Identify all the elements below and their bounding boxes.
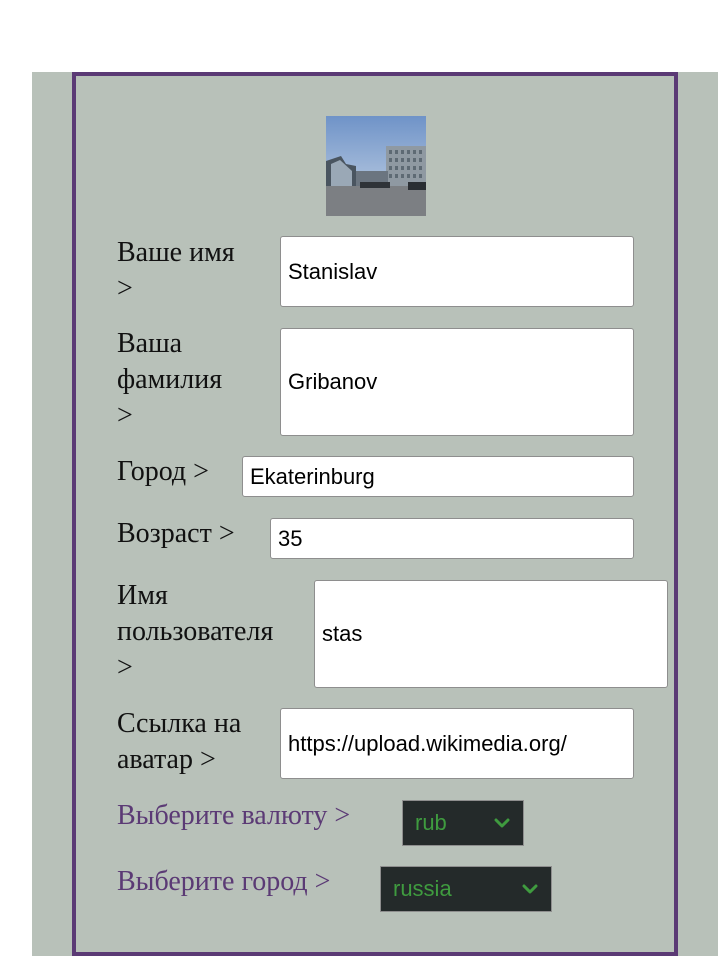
chevron-down-icon	[494, 818, 510, 828]
avatar-image	[326, 116, 426, 216]
first-name-label: Ваше имя >	[117, 237, 235, 304]
city-input[interactable]: Ekaterinburg	[242, 456, 634, 497]
currency-label: Выберите валюту >	[117, 800, 351, 831]
age-label: Возраст >	[117, 518, 235, 549]
currency-select[interactable]: rub	[402, 800, 524, 846]
avatar-url-input[interactable]: https://upload.wikimedia.org/	[280, 708, 634, 779]
avatar-url-label: Ссылка на аватар >	[117, 708, 242, 775]
username-input[interactable]: stas	[314, 580, 668, 688]
avatar	[326, 116, 426, 216]
username-label: Имя пользователя >	[117, 580, 274, 683]
region-select-value: russia	[393, 876, 452, 901]
last-name-input[interactable]: Gribanov	[280, 328, 634, 436]
last-name-label: Ваша фамилия >	[117, 328, 223, 431]
first-name-input[interactable]: Stanislav	[280, 236, 634, 307]
region-label: Выберите город >	[117, 866, 331, 897]
chevron-down-icon	[522, 884, 538, 894]
region-select[interactable]: russia	[380, 866, 552, 912]
age-input[interactable]: 35	[270, 518, 634, 559]
city-label: Город >	[117, 456, 209, 487]
currency-select-value: rub	[415, 810, 447, 835]
